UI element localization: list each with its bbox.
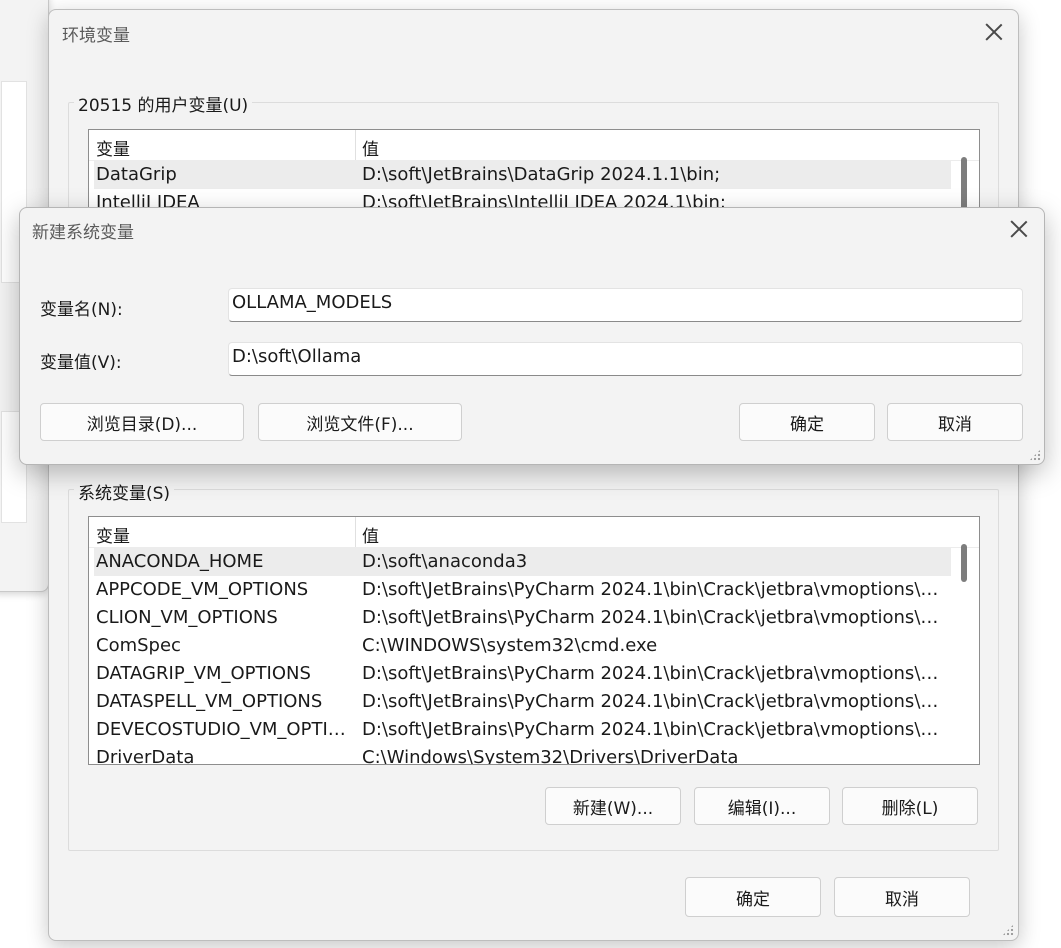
system-variables-table[interactable]: 变量 值 ANACONDA_HOME D:\soft\anaconda3 APP…: [88, 516, 980, 765]
table-row[interactable]: APPCODE_VM_OPTIONS D:\soft\JetBrains\PyC…: [94, 576, 951, 604]
close-icon[interactable]: [1008, 218, 1030, 240]
new-button[interactable]: 新建(W)...: [545, 787, 681, 825]
table-header: 变量 值: [89, 517, 979, 548]
variable-name-label: 变量名(N):: [40, 300, 123, 320]
variable-value: D:\soft\JetBrains\PyCharm 2024.1\bin\Cra…: [362, 607, 948, 628]
variable-name: DATAGRIP_VM_OPTIONS: [96, 663, 311, 684]
table-row[interactable]: CLION_VM_OPTIONS D:\soft\JetBrains\PyCha…: [94, 604, 951, 632]
variable-value-input[interactable]: D:\soft\Ollama: [228, 342, 1023, 376]
variable-name: ComSpec: [96, 635, 181, 656]
column-header-value[interactable]: 值: [362, 135, 379, 160]
column-divider: [355, 130, 356, 160]
table-row[interactable]: ComSpec C:\WINDOWS\system32\cmd.exe: [94, 632, 951, 660]
browse-directory-button[interactable]: 浏览目录(D)...: [40, 403, 244, 441]
table-row[interactable]: DataGrip D:\soft\JetBrains\DataGrip 2024…: [94, 161, 951, 189]
cancel-button[interactable]: 取消: [834, 877, 970, 917]
ok-button[interactable]: 确定: [739, 403, 875, 441]
variable-value-label: 变量值(V):: [40, 353, 122, 373]
variable-name: APPCODE_VM_OPTIONS: [96, 579, 309, 600]
dialog-title: 新建系统变量: [32, 223, 134, 243]
close-icon[interactable]: [983, 21, 1005, 43]
user-variables-label: 20515 的用户变量(U): [74, 91, 253, 116]
resize-grip-icon[interactable]: [1029, 449, 1041, 461]
column-header-variable[interactable]: 变量: [96, 522, 130, 547]
table-header: 变量 值: [89, 130, 979, 161]
variable-value: D:\soft\JetBrains\DataGrip 2024.1.1\bin;: [362, 164, 721, 185]
table-row[interactable]: DEVECOSTUDIO_VM_OPTIO... D:\soft\JetBrai…: [94, 716, 951, 744]
variable-value: C:\WINDOWS\system32\cmd.exe: [362, 635, 658, 656]
column-header-value[interactable]: 值: [362, 522, 379, 547]
cancel-button[interactable]: 取消: [887, 403, 1023, 441]
column-header-variable[interactable]: 变量: [96, 135, 130, 160]
dialog-title: 环境变量: [62, 26, 130, 46]
variable-value: D:\soft\JetBrains\PyCharm 2024.1\bin\Cra…: [362, 719, 948, 740]
variable-name: DriverData: [96, 747, 195, 765]
variable-value: D:\soft\anaconda3: [362, 551, 528, 572]
variable-name: CLION_VM_OPTIONS: [96, 607, 278, 628]
variable-name: DATASPELL_VM_OPTIONS: [96, 691, 323, 712]
resize-grip-icon[interactable]: [1002, 924, 1014, 936]
variable-value: C:\Windows\System32\Drivers\DriverData: [362, 747, 739, 765]
variable-name: ANACONDA_HOME: [96, 551, 264, 572]
variable-value: D:\soft\JetBrains\PyCharm 2024.1\bin\Cra…: [362, 663, 948, 684]
table-row[interactable]: DATASPELL_VM_OPTIONS D:\soft\JetBrains\P…: [94, 688, 951, 716]
variable-value: D:\soft\JetBrains\PyCharm 2024.1\bin\Cra…: [362, 579, 948, 600]
table-row[interactable]: DATAGRIP_VM_OPTIONS D:\soft\JetBrains\Py…: [94, 660, 951, 688]
variable-name: DataGrip: [96, 164, 177, 185]
ok-button[interactable]: 确定: [685, 877, 821, 917]
scrollbar-thumb[interactable]: [961, 544, 967, 582]
new-system-variable-dialog: 新建系统变量 变量名(N): OLLAMA_MODELS 变量值(V): D:\…: [19, 207, 1045, 465]
column-divider: [355, 517, 356, 547]
table-row[interactable]: ANACONDA_HOME D:\soft\anaconda3: [94, 548, 951, 576]
variable-name: DEVECOSTUDIO_VM_OPTIO...: [96, 719, 352, 740]
edit-button[interactable]: 编辑(I)...: [694, 787, 830, 825]
browse-file-button[interactable]: 浏览文件(F)...: [258, 403, 462, 441]
system-variables-label: 系统变量(S): [74, 479, 175, 504]
variable-name-input[interactable]: OLLAMA_MODELS: [228, 288, 1023, 322]
delete-button[interactable]: 删除(L): [842, 787, 978, 825]
table-row[interactable]: DriverData C:\Windows\System32\Drivers\D…: [94, 744, 951, 765]
environment-variables-dialog: 环境变量 20515 的用户变量(U) 变量 值 DataGrip D:\sof…: [48, 9, 1019, 941]
variable-value: D:\soft\JetBrains\PyCharm 2024.1\bin\Cra…: [362, 691, 948, 712]
